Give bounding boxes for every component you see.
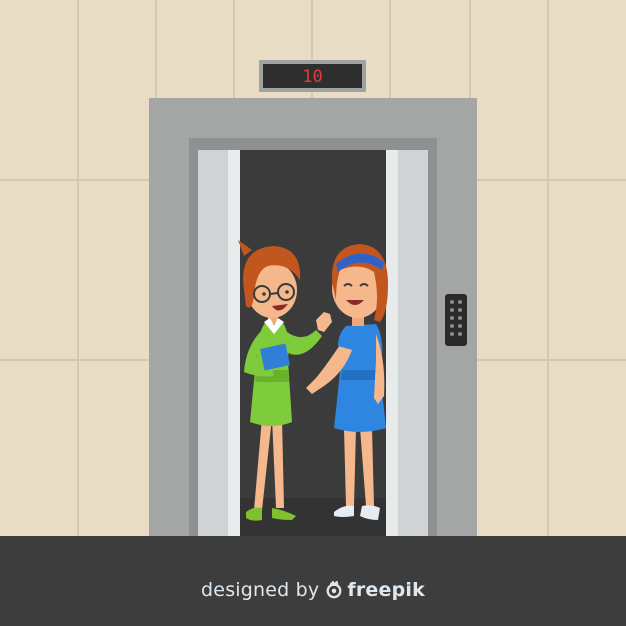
- credit-prefix: designed by: [201, 579, 320, 601]
- elevator-scene: 10 designed by freepik: [0, 0, 626, 626]
- elevator-illustration: 10: [0, 0, 626, 626]
- call-button-panel-icon[interactable]: [445, 294, 467, 346]
- floor-number: 10: [302, 67, 322, 87]
- floor-display: 10: [259, 60, 366, 92]
- freepik-credit[interactable]: designed by freepik: [0, 574, 626, 606]
- left-door: [198, 150, 240, 536]
- right-door: [386, 150, 428, 536]
- credit-brand: freepik: [347, 579, 425, 601]
- freepik-logo-icon: [326, 581, 342, 599]
